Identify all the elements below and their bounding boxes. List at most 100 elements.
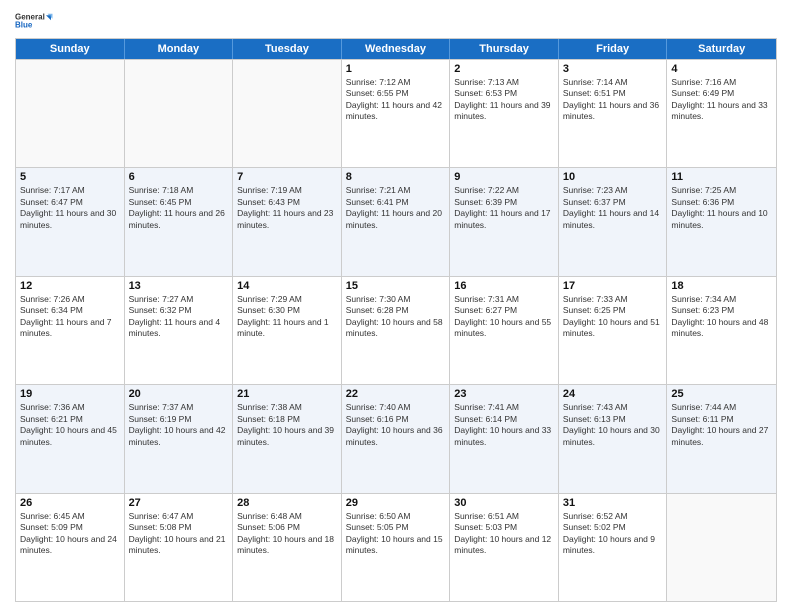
cal-cell-day-16: 16 Sunrise: 7:31 AM Sunset: 6:27 PM Dayli…	[450, 277, 559, 384]
cal-cell-day-26: 26Sunrise: 6:45 AM Sunset: 5:09 PM Dayli…	[16, 494, 125, 601]
day-info: Sunrise: 7:12 AM Sunset: 6:55 PM Dayligh…	[346, 77, 446, 123]
cal-cell-day-3: 3 Sunrise: 7:14 AM Sunset: 6:51 PM Daylig…	[559, 60, 668, 167]
day-number: 6	[129, 171, 229, 183]
cal-cell-empty	[125, 60, 234, 167]
day-number: 21	[237, 388, 337, 400]
cal-week-3: 12 Sunrise: 7:26 AM Sunset: 6:34 PM Dayli…	[16, 276, 776, 384]
cal-cell-day-31: 31 Sunrise: 6:52 AM Sunset: 5:02 PM Dayli…	[559, 494, 668, 601]
day-info: Sunrise: 7:40 AM Sunset: 6:16 PM Dayligh…	[346, 402, 446, 448]
day-number: 18	[671, 280, 772, 292]
cal-week-2: 5 Sunrise: 7:17 AM Sunset: 6:47 PM Daylig…	[16, 167, 776, 275]
day-number: 5	[20, 171, 120, 183]
day-info: Sunrise: 7:33 AM Sunset: 6:25 PM Dayligh…	[563, 294, 663, 340]
cal-cell-day-2: 2 Sunrise: 7:13 AM Sunset: 6:53 PM Daylig…	[450, 60, 559, 167]
cal-cell-day-7: 7 Sunrise: 7:19 AM Sunset: 6:43 PM Daylig…	[233, 168, 342, 275]
calendar-header-row: SundayMondayTuesdayWednesdayThursdayFrid…	[16, 39, 776, 59]
cal-cell-day-18: 18 Sunrise: 7:34 AM Sunset: 6:23 PM Dayli…	[667, 277, 776, 384]
day-number: 31	[563, 497, 663, 509]
day-number: 22	[346, 388, 446, 400]
cal-cell-day-5: 5 Sunrise: 7:17 AM Sunset: 6:47 PM Daylig…	[16, 168, 125, 275]
cal-cell-day-30: 30 Sunrise: 6:51 AM Sunset: 5:03 PM Dayli…	[450, 494, 559, 601]
day-number: 10	[563, 171, 663, 183]
day-number: 3	[563, 63, 663, 75]
day-number: 29	[346, 497, 446, 509]
day-number: 12	[20, 280, 120, 292]
day-info: Sunrise: 7:13 AM Sunset: 6:53 PM Dayligh…	[454, 77, 554, 123]
day-number: 23	[454, 388, 554, 400]
day-number: 13	[129, 280, 229, 292]
day-info: Sunrise: 6:50 AM Sunset: 5:05 PM Dayligh…	[346, 511, 446, 557]
day-number: 9	[454, 171, 554, 183]
day-number: 4	[671, 63, 772, 75]
day-number: 25	[671, 388, 772, 400]
day-info: Sunrise: 7:26 AM Sunset: 6:34 PM Dayligh…	[20, 294, 120, 340]
header-day-monday: Monday	[125, 39, 234, 59]
day-number: 14	[237, 280, 337, 292]
day-info: Sunrise: 6:52 AM Sunset: 5:02 PM Dayligh…	[563, 511, 663, 557]
day-number: 11	[671, 171, 772, 183]
cal-cell-day-13: 13Sunrise: 7:27 AM Sunset: 6:32 PM Dayli…	[125, 277, 234, 384]
cal-cell-day-22: 22 Sunrise: 7:40 AM Sunset: 6:16 PM Dayli…	[342, 385, 451, 492]
day-info: Sunrise: 7:36 AM Sunset: 6:21 PM Dayligh…	[20, 402, 120, 448]
day-info: Sunrise: 7:14 AM Sunset: 6:51 PM Dayligh…	[563, 77, 663, 123]
cal-cell-day-11: 11 Sunrise: 7:25 AM Sunset: 6:36 PM Dayli…	[667, 168, 776, 275]
day-info: Sunrise: 7:38 AM Sunset: 6:18 PM Dayligh…	[237, 402, 337, 448]
cal-cell-day-25: 25Sunrise: 7:44 AM Sunset: 6:11 PM Dayli…	[667, 385, 776, 492]
header-day-sunday: Sunday	[16, 39, 125, 59]
cal-cell-day-4: 4 Sunrise: 7:16 AM Sunset: 6:49 PM Daylig…	[667, 60, 776, 167]
day-info: Sunrise: 7:19 AM Sunset: 6:43 PM Dayligh…	[237, 185, 337, 231]
day-info: Sunrise: 6:48 AM Sunset: 5:06 PM Dayligh…	[237, 511, 337, 557]
cal-cell-day-14: 14 Sunrise: 7:29 AM Sunset: 6:30 PM Dayli…	[233, 277, 342, 384]
day-number: 7	[237, 171, 337, 183]
day-info: Sunrise: 7:22 AM Sunset: 6:39 PM Dayligh…	[454, 185, 554, 231]
day-info: Sunrise: 7:34 AM Sunset: 6:23 PM Dayligh…	[671, 294, 772, 340]
cal-week-5: 26Sunrise: 6:45 AM Sunset: 5:09 PM Dayli…	[16, 493, 776, 601]
cal-cell-empty	[233, 60, 342, 167]
cal-cell-day-15: 15 Sunrise: 7:30 AM Sunset: 6:28 PM Dayli…	[342, 277, 451, 384]
header-day-tuesday: Tuesday	[233, 39, 342, 59]
day-number: 20	[129, 388, 229, 400]
day-info: Sunrise: 6:47 AM Sunset: 5:08 PM Dayligh…	[129, 511, 229, 557]
day-info: Sunrise: 7:23 AM Sunset: 6:37 PM Dayligh…	[563, 185, 663, 231]
day-info: Sunrise: 7:29 AM Sunset: 6:30 PM Dayligh…	[237, 294, 337, 340]
cal-cell-day-21: 21 Sunrise: 7:38 AM Sunset: 6:18 PM Dayli…	[233, 385, 342, 492]
cal-cell-day-20: 20Sunrise: 7:37 AM Sunset: 6:19 PM Dayli…	[125, 385, 234, 492]
day-number: 28	[237, 497, 337, 509]
cal-cell-day-27: 27 Sunrise: 6:47 AM Sunset: 5:08 PM Dayli…	[125, 494, 234, 601]
header-day-saturday: Saturday	[667, 39, 776, 59]
day-info: Sunrise: 6:51 AM Sunset: 5:03 PM Dayligh…	[454, 511, 554, 557]
cal-cell-empty	[16, 60, 125, 167]
svg-text:Blue: Blue	[15, 20, 33, 29]
cal-cell-day-19: 19 Sunrise: 7:36 AM Sunset: 6:21 PM Dayli…	[16, 385, 125, 492]
calendar-body: 1Sunrise: 7:12 AM Sunset: 6:55 PM Daylig…	[16, 59, 776, 601]
header-day-thursday: Thursday	[450, 39, 559, 59]
day-number: 27	[129, 497, 229, 509]
cal-cell-empty	[667, 494, 776, 601]
day-number: 15	[346, 280, 446, 292]
day-info: Sunrise: 7:25 AM Sunset: 6:36 PM Dayligh…	[671, 185, 772, 231]
cal-week-4: 19 Sunrise: 7:36 AM Sunset: 6:21 PM Dayli…	[16, 384, 776, 492]
header: General Blue	[15, 10, 777, 30]
header-day-wednesday: Wednesday	[342, 39, 451, 59]
logo: General Blue	[15, 10, 55, 30]
header-day-friday: Friday	[559, 39, 668, 59]
cal-cell-day-10: 10 Sunrise: 7:23 AM Sunset: 6:37 PM Dayli…	[559, 168, 668, 275]
cal-cell-day-12: 12 Sunrise: 7:26 AM Sunset: 6:34 PM Dayli…	[16, 277, 125, 384]
day-number: 8	[346, 171, 446, 183]
day-info: Sunrise: 7:41 AM Sunset: 6:14 PM Dayligh…	[454, 402, 554, 448]
day-info: Sunrise: 7:18 AM Sunset: 6:45 PM Dayligh…	[129, 185, 229, 231]
day-info: Sunrise: 7:16 AM Sunset: 6:49 PM Dayligh…	[671, 77, 772, 123]
day-info: Sunrise: 7:31 AM Sunset: 6:27 PM Dayligh…	[454, 294, 554, 340]
day-number: 30	[454, 497, 554, 509]
day-info: Sunrise: 7:43 AM Sunset: 6:13 PM Dayligh…	[563, 402, 663, 448]
day-number: 2	[454, 63, 554, 75]
day-info: Sunrise: 7:21 AM Sunset: 6:41 PM Dayligh…	[346, 185, 446, 231]
cal-week-1: 1Sunrise: 7:12 AM Sunset: 6:55 PM Daylig…	[16, 59, 776, 167]
day-number: 19	[20, 388, 120, 400]
day-number: 16	[454, 280, 554, 292]
day-info: Sunrise: 7:17 AM Sunset: 6:47 PM Dayligh…	[20, 185, 120, 231]
day-number: 24	[563, 388, 663, 400]
cal-cell-day-6: 6 Sunrise: 7:18 AM Sunset: 6:45 PM Daylig…	[125, 168, 234, 275]
cal-cell-day-24: 24 Sunrise: 7:43 AM Sunset: 6:13 PM Dayli…	[559, 385, 668, 492]
day-info: Sunrise: 7:30 AM Sunset: 6:28 PM Dayligh…	[346, 294, 446, 340]
